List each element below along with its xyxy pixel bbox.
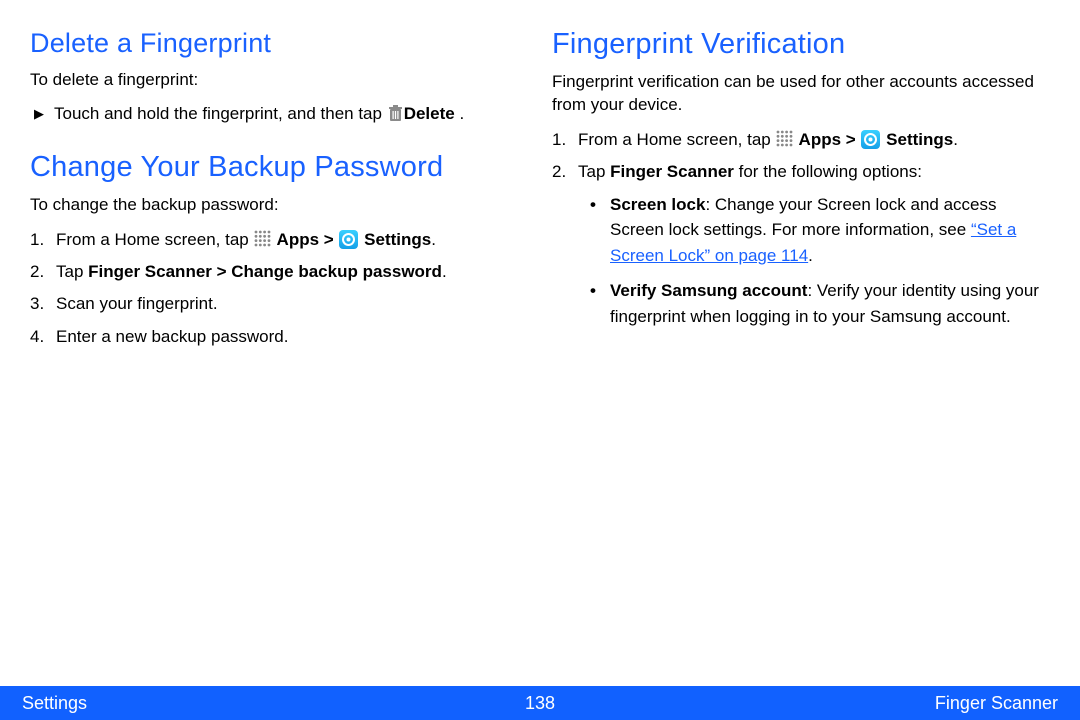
- left-column: Delete a Fingerprint To delete a fingerp…: [30, 28, 528, 356]
- list-item: 1.From a Home screen, tap Apps > Setting…: [30, 227, 528, 253]
- list-item: 3.Scan your fingerprint.: [30, 291, 528, 317]
- step-body: From a Home screen, tap Apps > Settings.: [578, 127, 1050, 153]
- manual-page: Delete a Fingerprint To delete a fingerp…: [0, 0, 1080, 720]
- text: .: [431, 230, 436, 249]
- bold-delete: Delete: [404, 104, 455, 123]
- text: Tap: [56, 262, 88, 281]
- num: 2.: [30, 259, 56, 285]
- text: for the following options:: [734, 162, 922, 181]
- bold-path: Finger Scanner > Change backup password: [88, 262, 442, 281]
- change-steps-list: 1.From a Home screen, tap Apps > Setting…: [30, 227, 528, 350]
- bold-settings: Settings: [359, 230, 431, 249]
- right-column: Fingerprint Verification Fingerprint ver…: [552, 28, 1050, 356]
- settings-gear-icon: [861, 130, 880, 149]
- footer-right: Finger Scanner: [935, 693, 1058, 714]
- list-item: Verify Samsung account: Verify your iden…: [590, 278, 1050, 329]
- step-body: Enter a new backup password.: [56, 324, 528, 350]
- text: .: [953, 130, 958, 149]
- text: From a Home screen, tap: [578, 130, 775, 149]
- text: .: [442, 262, 447, 281]
- bold-screenlock: Screen lock: [610, 195, 705, 214]
- num: 1.: [30, 227, 56, 253]
- step-body: Tap Finger Scanner for the following opt…: [578, 159, 1050, 339]
- intro-verify: Fingerprint verification can be used for…: [552, 71, 1050, 117]
- num: 4.: [30, 324, 56, 350]
- list-item: 2.Tap Finger Scanner > Change backup pas…: [30, 259, 528, 285]
- triangle-step: ▶ Touch and hold the fingerprint, and th…: [34, 102, 528, 127]
- triangle-bullet-icon: ▶: [34, 106, 44, 122]
- delete-step-text: Touch and hold the fingerprint, and then…: [54, 102, 464, 127]
- text: .: [455, 104, 464, 123]
- apps-grid-icon: [776, 129, 793, 146]
- text: Tap: [578, 162, 610, 181]
- two-column-layout: Delete a Fingerprint To delete a fingerp…: [0, 0, 1080, 356]
- footer-left: Settings: [22, 693, 87, 714]
- heading-change-backup: Change Your Backup Password: [30, 151, 528, 184]
- text: From a Home screen, tap: [56, 230, 253, 249]
- bold-settings: Settings: [881, 130, 953, 149]
- trash-icon: [388, 105, 403, 122]
- num: 2.: [552, 159, 578, 339]
- heading-verification: Fingerprint Verification: [552, 28, 1050, 61]
- apps-grid-icon: [254, 229, 271, 246]
- page-footer: Settings 138 Finger Scanner: [0, 686, 1080, 720]
- footer-page-number: 138: [525, 693, 555, 714]
- list-item: 4.Enter a new backup password.: [30, 324, 528, 350]
- options-bullet-list: Screen lock: Change your Screen lock and…: [590, 192, 1050, 330]
- step-body: Tap Finger Scanner > Change backup passw…: [56, 259, 528, 285]
- intro-delete: To delete a fingerprint:: [30, 69, 528, 92]
- bold-fs: Finger Scanner: [610, 162, 734, 181]
- verify-steps-list: 1.From a Home screen, tap Apps > Setting…: [552, 127, 1050, 339]
- bold-apps: Apps >: [272, 230, 338, 249]
- num: 1.: [552, 127, 578, 153]
- text: .: [808, 246, 813, 265]
- bold-apps: Apps >: [794, 130, 860, 149]
- list-item: 2.Tap Finger Scanner for the following o…: [552, 159, 1050, 339]
- settings-gear-icon: [339, 230, 358, 249]
- step-body: From a Home screen, tap Apps > Settings.: [56, 227, 528, 253]
- heading-delete-fingerprint: Delete a Fingerprint: [30, 28, 528, 59]
- step-body: Scan your fingerprint.: [56, 291, 528, 317]
- intro-change: To change the backup password:: [30, 194, 528, 217]
- list-item: 1.From a Home screen, tap Apps > Setting…: [552, 127, 1050, 153]
- text: Touch and hold the fingerprint, and then…: [54, 104, 387, 123]
- list-item: Screen lock: Change your Screen lock and…: [590, 192, 1050, 269]
- bold-verifysamsung: Verify Samsung account: [610, 281, 807, 300]
- num: 3.: [30, 291, 56, 317]
